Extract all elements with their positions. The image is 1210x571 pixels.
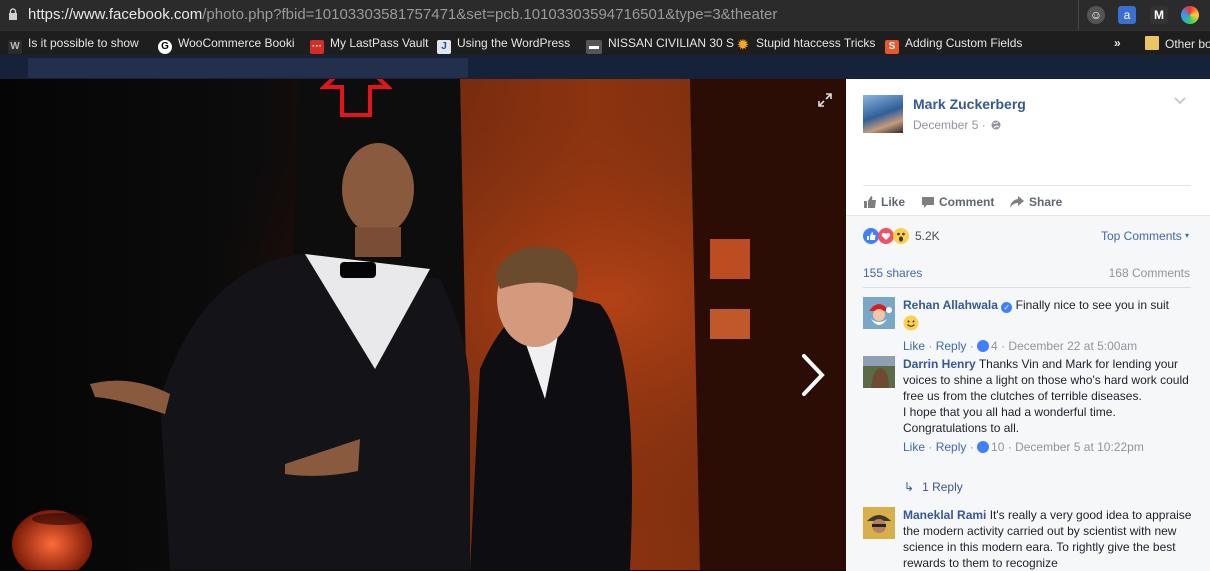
reaction-icons[interactable]: [863, 227, 913, 245]
photo-viewer[interactable]: [0, 79, 846, 570]
caret-down-icon: ▾: [1185, 231, 1190, 240]
comment-time[interactable]: December 22 at 5:00am: [1008, 339, 1137, 353]
github-icon: G: [158, 40, 172, 54]
view-replies-link[interactable]: ↳ 1 Reply: [904, 480, 963, 494]
divider: [863, 287, 1191, 288]
author-name[interactable]: Mark Zuckerberg: [913, 96, 1026, 112]
commenter-name[interactable]: Maneklal Rami: [903, 508, 986, 522]
thumbs-up-icon: [864, 196, 876, 208]
lastpass-icon: ···: [310, 40, 324, 54]
top-comments-dropdown[interactable]: Top Comments ▾: [1101, 229, 1189, 243]
fullscreen-icon[interactable]: [818, 93, 832, 107]
bookmarks-overflow-button[interactable]: »: [1114, 36, 1121, 50]
bookmark-item[interactable]: ··· My LastPass Vault: [310, 36, 428, 54]
post-actions: Like Comment Share: [863, 185, 1191, 218]
url-field[interactable]: https://www.facebook.com/photo.php?fbid=…: [0, 0, 1079, 30]
comment-time[interactable]: December 5 at 10:22pm: [1015, 440, 1144, 454]
extension-icon[interactable]: a: [1118, 6, 1136, 24]
author-avatar[interactable]: [863, 95, 903, 133]
comment-text: I hope that you all had a wonderful time…: [903, 405, 1116, 419]
bookmark-item[interactable]: ▬ NISSAN CIVILIAN 30 S: [586, 36, 734, 54]
reply-arrow-icon: ↳: [904, 480, 915, 494]
extension-icon[interactable]: M: [1150, 6, 1168, 24]
bookmark-item[interactable]: G WooCommerce Booki: [158, 36, 294, 54]
commenter-name[interactable]: Darrin Henry: [903, 357, 976, 371]
like-button[interactable]: Like: [863, 195, 905, 209]
comment-like-count[interactable]: 4: [991, 339, 998, 353]
like-bubble-icon: [977, 441, 990, 453]
bookmark-item[interactable]: W Is it possible to show: [8, 36, 139, 54]
reaction-count[interactable]: 5.2K: [915, 229, 940, 243]
comment-meta: Like · Reply · 4 · December 22 at 5:00am: [903, 339, 1138, 353]
lock-icon: [9, 8, 17, 20]
bookmark-item[interactable]: S Adding Custom Fields: [885, 36, 1022, 54]
commenter-name[interactable]: Rehan Allahwala: [903, 298, 998, 312]
comments-count[interactable]: 168 Comments: [1109, 266, 1190, 280]
event-photo: [0, 79, 846, 570]
commenter-avatar[interactable]: [863, 507, 895, 539]
bookmark-item[interactable]: ✹ Stupid htaccess Tricks: [736, 36, 876, 52]
red-annotation-arrow: [320, 79, 392, 117]
bookmark-folder[interactable]: Other bo: [1145, 36, 1210, 51]
address-bar: https://www.facebook.com/photo.php?fbid=…: [0, 0, 1210, 30]
comment-text: Congratulations to all.: [903, 421, 1020, 435]
comment-button[interactable]: Comment: [921, 195, 994, 209]
chevron-down-icon[interactable]: [1174, 97, 1186, 105]
comment-like-count[interactable]: 10: [991, 440, 1004, 454]
extension-icon[interactable]: [1181, 6, 1199, 24]
shares-link[interactable]: 155 shares: [863, 266, 922, 280]
comment-reply-link[interactable]: Reply: [936, 339, 967, 353]
commenter-avatar[interactable]: [863, 297, 895, 329]
comment-like-link[interactable]: Like: [903, 339, 925, 353]
comment-like-link[interactable]: Like: [903, 440, 925, 454]
extension-icon[interactable]: ☺: [1087, 6, 1105, 24]
comment-text: Finally nice to see you in suit: [1015, 298, 1170, 312]
folder-icon: [1145, 36, 1159, 50]
smiley-emoji-icon: [903, 315, 1193, 335]
s-icon: S: [885, 40, 899, 54]
comment-meta: Like · Reply · 10 · December 5 at 10:22p…: [903, 440, 1144, 454]
verified-badge-icon: ✓: [1001, 302, 1013, 313]
bookmarks-bar: W Is it possible to show G WooCommerce Boo…: [0, 30, 1210, 55]
commenter-avatar[interactable]: [863, 356, 895, 388]
facebook-search-input[interactable]: [28, 58, 468, 78]
url-text: https://www.facebook.com/photo.php?fbid=…: [28, 6, 778, 23]
j-doc-icon: J: [437, 40, 451, 54]
globe-icon: [991, 120, 1001, 130]
share-icon: [1010, 196, 1024, 208]
comment-reply-link[interactable]: Reply: [936, 440, 967, 454]
wordpress-icon: W: [8, 40, 22, 54]
comment-icon: [922, 197, 934, 208]
share-button[interactable]: Share: [1009, 195, 1062, 209]
sun-icon: ✹: [737, 37, 749, 52]
post-panel: Mark Zuckerberg December 5 · Like Commen…: [846, 79, 1210, 571]
bookmark-item[interactable]: J Using the WordPress: [437, 36, 570, 54]
post-date[interactable]: December 5 ·: [913, 118, 986, 132]
like-bubble-icon: [977, 340, 990, 352]
nissan-icon: ▬: [586, 40, 602, 54]
next-photo-icon[interactable]: [798, 352, 828, 398]
